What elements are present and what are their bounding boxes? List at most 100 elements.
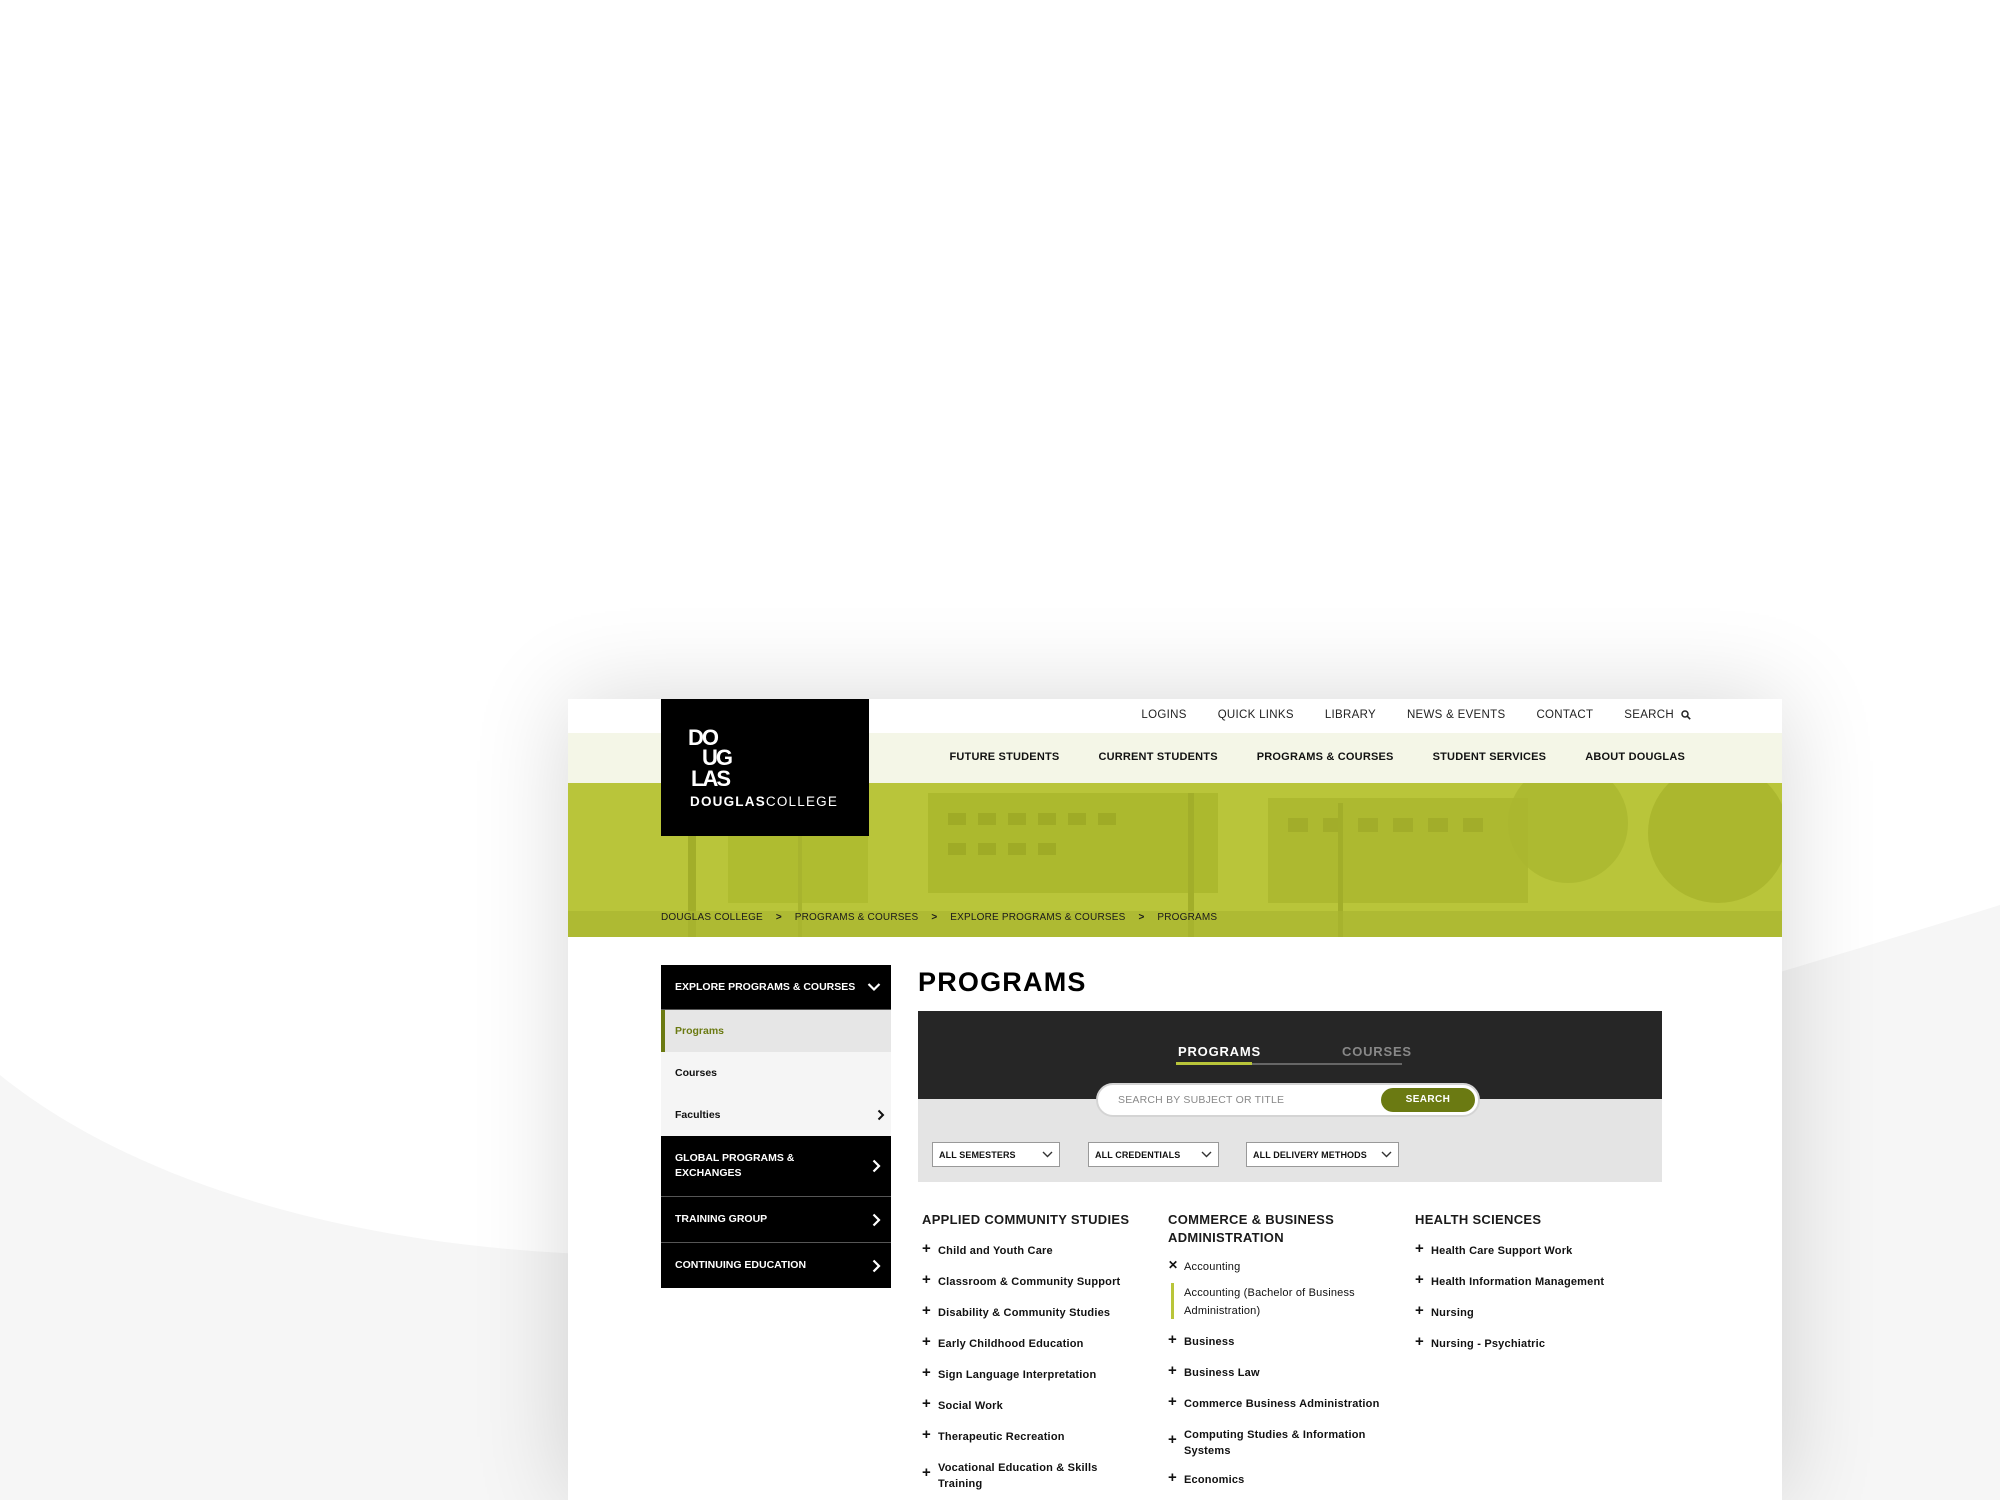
program-name: Nursing - Psychiatric — [1431, 1338, 1546, 1350]
program-link[interactable]: + Child and Youth Care — [922, 1241, 1053, 1259]
delivery-method-select[interactable]: ALL DELIVERY METHODS — [1246, 1142, 1399, 1167]
breadcrumb-explore[interactable]: EXPLORE PROGRAMS & COURSES — [950, 912, 1125, 923]
program-name: Classroom & Community Support — [938, 1276, 1121, 1288]
program-link[interactable]: + Social Work — [922, 1395, 1003, 1414]
program-link[interactable]: + Disability & Community Studies — [922, 1303, 1110, 1321]
chevron-right-icon — [872, 1259, 881, 1272]
breadcrumb-separator: > — [1138, 912, 1145, 923]
plus-icon: + — [922, 1395, 931, 1412]
nav-about-douglas[interactable]: ABOUT DOUGLAS — [1585, 751, 1685, 763]
program-link[interactable]: + Economics — [1168, 1470, 1245, 1488]
page-title: PROGRAMS — [918, 967, 1087, 997]
sidebar-item-courses[interactable]: Courses — [661, 1052, 891, 1094]
program-name: Economics — [1184, 1474, 1245, 1486]
sidebar-item-label: Programs — [675, 1025, 725, 1037]
sidebar-section-continuing-education[interactable]: CONTINUING EDUCATION — [661, 1243, 891, 1288]
program-link[interactable]: + Early Childhood Education — [922, 1334, 1084, 1352]
chevron-down-icon — [1381, 1151, 1392, 1158]
chevron-right-icon — [872, 1213, 881, 1226]
sidebar-item-label: Courses — [675, 1067, 718, 1079]
plus-icon: + — [922, 1271, 931, 1288]
plus-icon: + — [922, 1426, 931, 1443]
search-input[interactable]: SEARCH BY SUBJECT OR TITLE SEARCH — [1096, 1083, 1480, 1117]
sidebar-item-programs[interactable]: Programs — [661, 1010, 891, 1052]
program-link[interactable]: + Business Law — [1168, 1362, 1260, 1381]
faculty-column-commerce: COMMERCE & BUSINESS ADMINISTRATION — [1168, 1211, 1348, 1247]
sidebar-section-label: GLOBAL PROGRAMS & EXCHANGES — [675, 1152, 795, 1179]
breadcrumb-programs-courses[interactable]: PROGRAMS & COURSES — [795, 912, 919, 923]
topnav-search[interactable]: SEARCH — [1624, 709, 1691, 721]
program-link[interactable]: + Nursing — [1415, 1303, 1474, 1321]
program-name: Nursing — [1431, 1307, 1474, 1319]
credential-name: Accounting (Bachelor of Business Adminis… — [1184, 1287, 1355, 1317]
topnav-search-label: SEARCH — [1624, 709, 1674, 721]
topnav-quick-links[interactable]: QUICK LINKS — [1218, 709, 1294, 721]
plus-icon: + — [922, 1464, 931, 1481]
program-name: Vocational Education & Skills Training — [938, 1462, 1098, 1490]
sidebar-section-global-programs[interactable]: GLOBAL PROGRAMS & EXCHANGES — [661, 1136, 891, 1197]
program-link[interactable]: + Commerce Business Administration — [1168, 1393, 1380, 1412]
program-link[interactable]: + Classroom & Community Support — [922, 1271, 1121, 1290]
sidebar-item-faculties[interactable]: Faculties — [661, 1094, 891, 1136]
topnav-news-events[interactable]: NEWS & EVENTS — [1407, 709, 1505, 721]
tab-programs-underline — [1176, 1062, 1252, 1065]
program-link[interactable]: + Sign Language Interpretation — [922, 1364, 1097, 1383]
sidebar-header-explore[interactable]: EXPLORE PROGRAMS & COURSES — [661, 965, 891, 1010]
program-name: Business — [1184, 1336, 1235, 1348]
tab-courses[interactable]: COURSES — [1342, 1044, 1412, 1059]
sidebar-section-label: CONTINUING EDUCATION — [675, 1259, 807, 1271]
nav-current-students[interactable]: CURRENT STUDENTS — [1098, 751, 1217, 763]
faculty-heading: APPLIED COMMUNITY STUDIES — [922, 1212, 1130, 1227]
plus-icon: + — [922, 1364, 931, 1381]
program-link[interactable]: + Health Care Support Work — [1415, 1241, 1573, 1259]
svg-text:LAS: LAS — [691, 766, 730, 789]
nav-future-students[interactable]: FUTURE STUDENTS — [949, 751, 1059, 763]
program-name: Health Information Management — [1431, 1276, 1605, 1288]
search-placeholder: SEARCH BY SUBJECT OR TITLE — [1118, 1094, 1285, 1106]
plus-icon: + — [1168, 1331, 1177, 1348]
search-panel: PROGRAMS COURSES SEARCH BY SUBJECT OR TI… — [918, 1011, 1662, 1117]
topnav-logins[interactable]: LOGINS — [1141, 709, 1186, 721]
breadcrumb-separator: > — [931, 912, 938, 923]
topnav-library[interactable]: LIBRARY — [1325, 709, 1376, 721]
search-button[interactable]: SEARCH — [1381, 1088, 1475, 1112]
plus-icon: + — [1168, 1393, 1177, 1410]
program-link[interactable]: + Business — [1168, 1331, 1235, 1350]
breadcrumb-douglas-college[interactable]: DOUGLAS COLLEGE — [661, 912, 763, 923]
chevron-down-icon — [1042, 1151, 1053, 1158]
nav-programs-courses[interactable]: PROGRAMS & COURSES — [1257, 751, 1394, 763]
sidebar-section-training-group[interactable]: TRAINING GROUP — [661, 1197, 891, 1243]
chevron-down-icon — [1201, 1151, 1212, 1158]
program-link[interactable]: + Nursing - Psychiatric — [1415, 1333, 1546, 1352]
logo-wordmark-bold: DOUGLAS — [690, 794, 766, 809]
program-name: Sign Language Interpretation — [938, 1369, 1097, 1381]
program-link-expanded[interactable]: ✕ Accounting — [1168, 1259, 1240, 1275]
breadcrumb-current: PROGRAMS — [1157, 912, 1218, 923]
program-link[interactable]: + Vocational Education & Skills Training — [922, 1460, 1112, 1492]
program-link[interactable]: + Health Information Management — [1415, 1272, 1605, 1290]
program-name: Computing Studies & Information Systems — [1184, 1429, 1366, 1457]
semester-select[interactable]: ALL SEMESTERS — [932, 1142, 1060, 1167]
program-name: Social Work — [938, 1400, 1003, 1412]
program-name: Accounting — [1184, 1261, 1241, 1273]
chevron-down-icon — [867, 983, 881, 992]
logo-wordmark: DOUGLASCOLLEGE — [690, 794, 838, 809]
credential-select[interactable]: ALL CREDENTIALS — [1088, 1142, 1219, 1167]
plus-icon: + — [1168, 1431, 1177, 1448]
plus-icon: + — [1415, 1333, 1424, 1350]
program-credential-link[interactable]: Accounting (Bachelor of Business Adminis… — [1171, 1283, 1364, 1319]
sidebar-header-label: EXPLORE PROGRAMS & COURSES — [675, 980, 856, 993]
close-icon: ✕ — [1168, 1258, 1179, 1272]
topnav-contact[interactable]: CONTACT — [1536, 709, 1593, 721]
tab-programs[interactable]: PROGRAMS — [1178, 1044, 1261, 1059]
douglas-college-logo[interactable]: DO UG LAS DOUGLASCOLLEGE — [661, 699, 869, 836]
program-name: Commerce Business Administration — [1184, 1398, 1380, 1410]
sidebar: EXPLORE PROGRAMS & COURSES Programs Cour… — [661, 965, 891, 1288]
program-name: Child and Youth Care — [938, 1245, 1053, 1257]
sidebar-item-label: Faculties — [675, 1109, 721, 1121]
nav-student-services[interactable]: STUDENT SERVICES — [1433, 751, 1547, 763]
program-name: Therapeutic Recreation — [938, 1431, 1065, 1443]
program-link[interactable]: + Computing Studies & Information Systems — [1168, 1427, 1368, 1459]
program-link[interactable]: + Therapeutic Recreation — [922, 1426, 1065, 1445]
plus-icon: + — [1168, 1362, 1177, 1379]
